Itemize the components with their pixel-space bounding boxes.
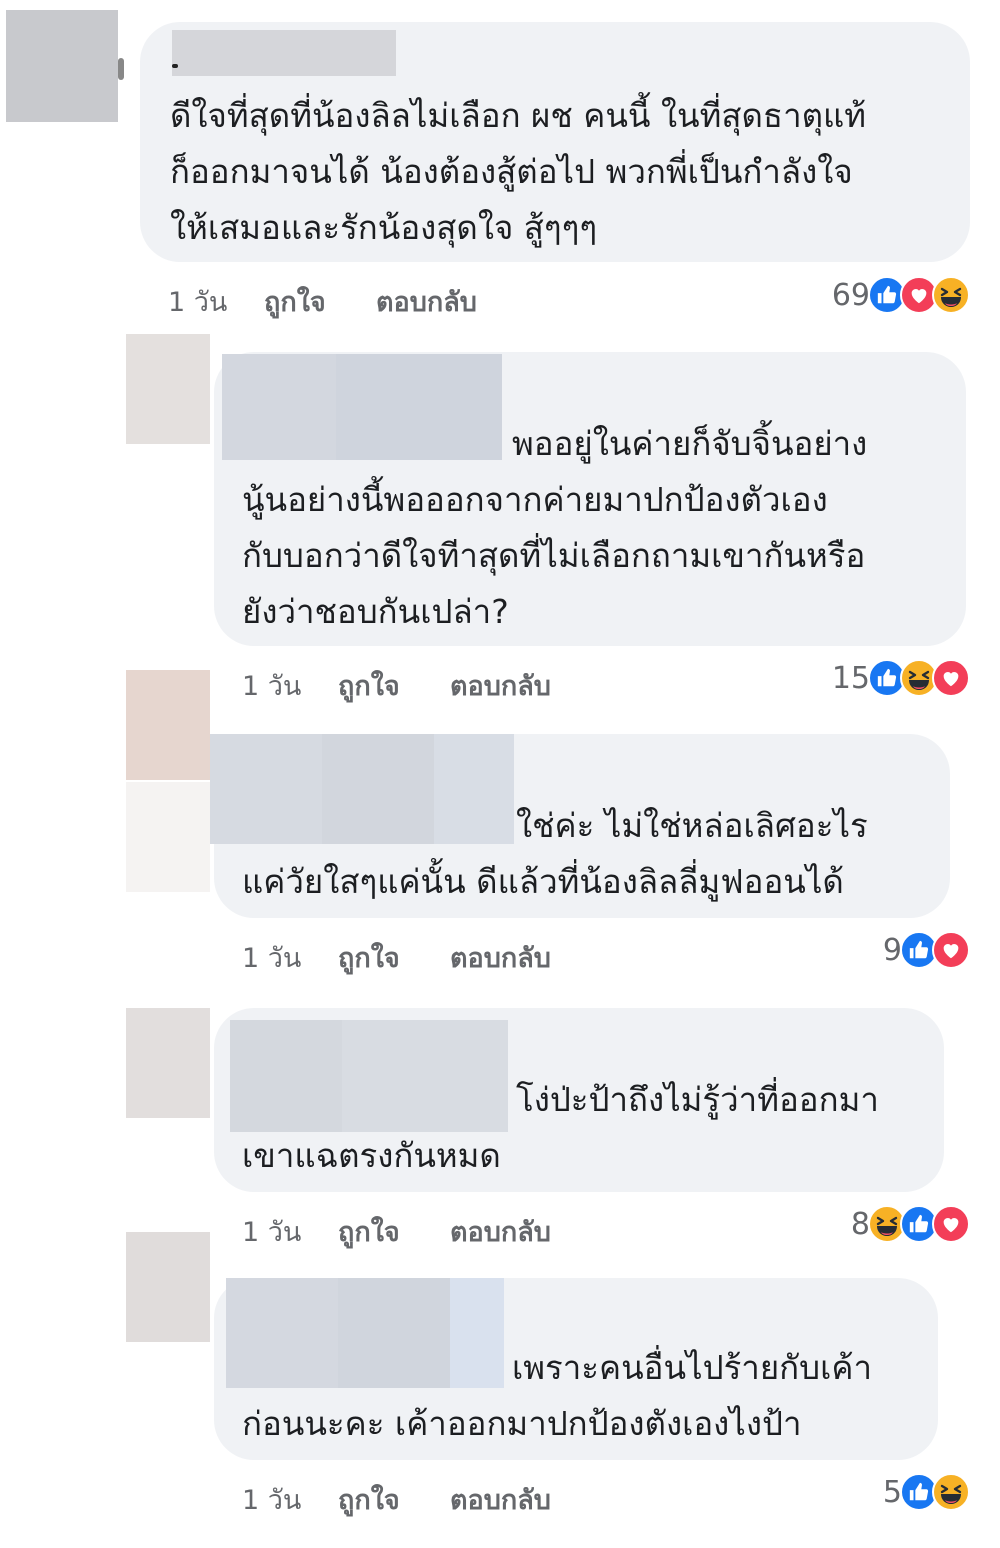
comment-time[interactable]: 1 วัน — [242, 936, 338, 979]
commenter-avatar[interactable] — [126, 334, 210, 444]
love-reaction-icon — [932, 931, 970, 969]
love-reaction-icon — [932, 1205, 970, 1243]
comment-text-line: กับบอกว่าดีใจทีาสุดที่ไม่เลือกถามเขากันห… — [242, 536, 866, 575]
comment-text-line: ยังว่าชอบกันเปล่า? — [242, 592, 509, 631]
reaction-count: 15 — [831, 660, 870, 696]
comment-meta: 1 วัน ถูกใจ ตอบกลับ — [242, 1210, 551, 1253]
comment-text-line: โง่ป่ะป้าถึงไม่รู้ว่าที่ออกมา — [516, 1080, 879, 1119]
comment-text-line: ก็ออกมาจนได้ น้องต้องสู้ต่อไป พวกพี่เป็น… — [170, 152, 853, 191]
commenter-name-blurred[interactable] — [230, 1020, 342, 1132]
reply-button[interactable]: ตอบกลับ — [450, 1478, 551, 1521]
reaction-count: 69 — [831, 277, 870, 313]
like-button[interactable]: ถูกใจ — [338, 664, 450, 707]
comment-meta: 1 วัน ถูกใจ ตอบกลับ — [242, 936, 551, 979]
commenter-avatar[interactable] — [6, 10, 118, 122]
reaction-summary[interactable]: 15 — [832, 658, 970, 698]
like-button[interactable]: ถูกใจ — [264, 280, 376, 323]
comment-meta: 1 วัน ถูกใจ ตอบกลับ — [242, 664, 551, 707]
commenter-avatar[interactable] — [126, 1008, 210, 1118]
reply-button[interactable]: ตอบกลับ — [376, 280, 477, 323]
reply-button[interactable]: ตอบกลับ — [450, 1210, 551, 1253]
avatar-edge — [118, 58, 124, 80]
commenter-avatar[interactable] — [126, 670, 210, 780]
comment-text-line: ให้เสมอและรักน้องสุดใจ สู้ๆๆๆ — [170, 208, 598, 247]
comment-time[interactable]: 1 วัน — [242, 664, 338, 707]
comment-text-line: แค่วัยใสๆแค่นั้น ดีแล้วที่น้องลิลลี่มูฟอ… — [242, 862, 844, 901]
like-button[interactable]: ถูกใจ — [338, 1210, 450, 1253]
comment-meta: 1 วัน ถูกใจ ตอบกลับ — [168, 280, 477, 323]
comment-meta: 1 วัน ถูกใจ ตอบกลับ — [242, 1478, 551, 1521]
comment-text-line: เพราะคนอื่นไปร้ายกับเค้า — [512, 1348, 872, 1387]
haha-reaction-icon — [932, 1473, 970, 1511]
comment-text-line: เขาแฉตรงกันหมด — [242, 1136, 501, 1175]
reaction-summary[interactable]: 8 — [851, 1204, 970, 1244]
haha-reaction-icon — [932, 276, 970, 314]
comment-text-line: นู้นอย่างนี้พอออกจากค่ายมาปกป้องตัวเอง — [242, 480, 828, 519]
reaction-summary[interactable]: 5 — [883, 1472, 970, 1512]
comment-text-line: ก่อนนะคะ เค้าออกมาปกป้องตังเองไงป้า — [242, 1404, 802, 1443]
commenter-name-blurred[interactable] — [226, 1278, 338, 1388]
reaction-summary[interactable]: 69 — [832, 275, 970, 315]
comment-text-line: ดีใจที่สุดที่น้องลิลไม่เลือก ผช คนนี้ ใน… — [170, 96, 867, 135]
commenter-name-blurred[interactable] — [222, 354, 336, 460]
comment-time[interactable]: 1 วัน — [242, 1210, 338, 1253]
commenter-name-blurred[interactable] — [172, 30, 396, 76]
love-reaction-icon — [932, 659, 970, 697]
like-button[interactable]: ถูกใจ — [338, 1478, 450, 1521]
commenter-name-blurred[interactable] — [210, 734, 322, 844]
like-button[interactable]: ถูกใจ — [338, 936, 450, 979]
commenter-avatar[interactable] — [126, 1232, 210, 1342]
comment-time[interactable]: 1 วัน — [242, 1478, 338, 1521]
comment-text-line: ใช่ค่ะ ไม่ใช่หล่อเลิศอะไร — [516, 806, 868, 845]
reaction-summary[interactable]: 9 — [883, 930, 970, 970]
reply-button[interactable]: ตอบกลับ — [450, 664, 551, 707]
reply-button[interactable]: ตอบกลับ — [450, 936, 551, 979]
comment-text-line: พออยู่ในค่ายก็จับจิ้นอย่าง — [512, 424, 868, 463]
comment-time[interactable]: 1 วัน — [168, 280, 264, 323]
